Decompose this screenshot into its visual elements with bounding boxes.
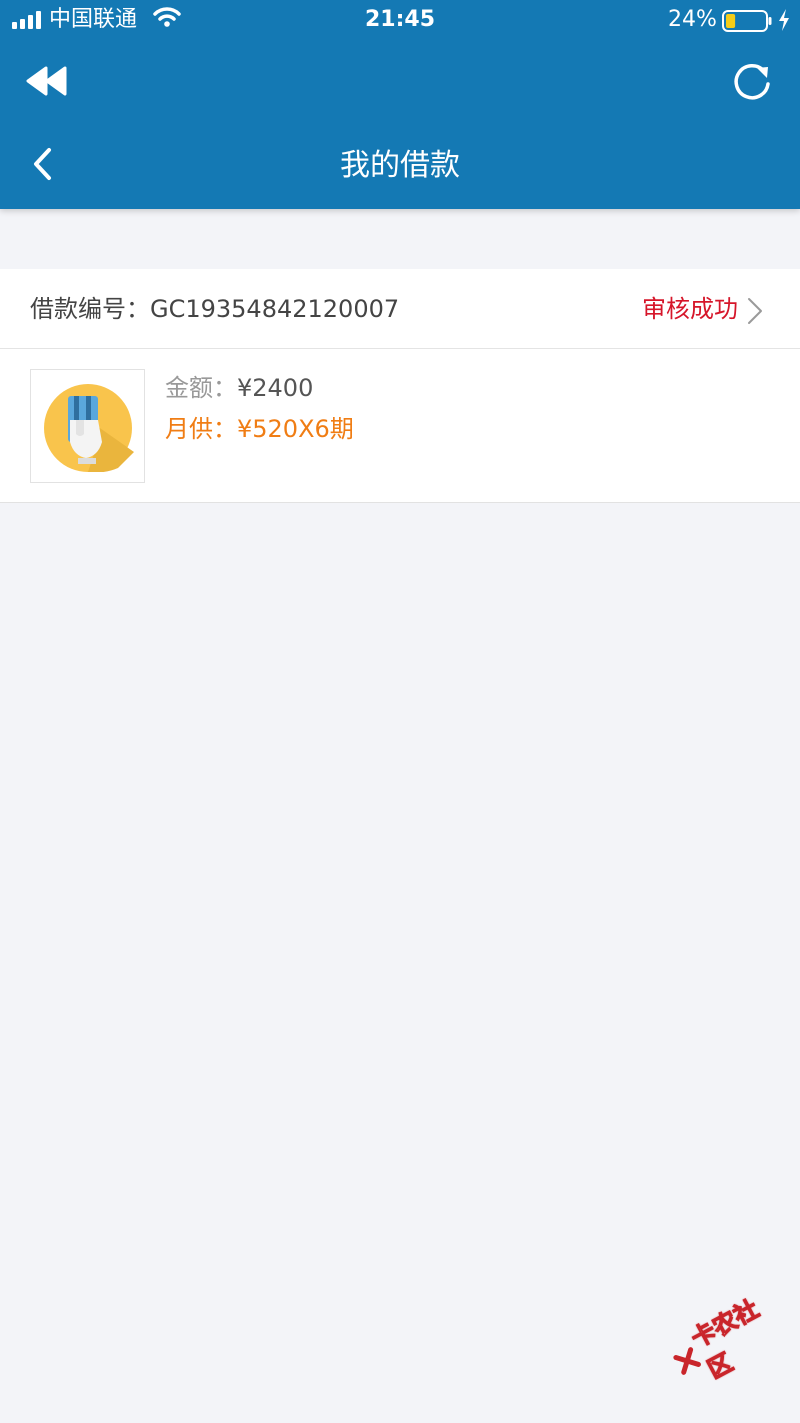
watermark: 卡农社区 — [661, 1285, 787, 1397]
refresh-icon — [734, 64, 770, 100]
monthly-value: ¥520X6期 — [237, 415, 354, 443]
loan-number-value: GC19354842120007 — [150, 295, 400, 323]
loan-card[interactable]: 借款编号：GC19354842120007 审核成功 金额：¥2400 月供：¥… — [0, 269, 800, 503]
monthly-payment: 月供：¥520X6期 — [165, 410, 354, 448]
battery-icon — [722, 10, 772, 36]
status-bar: 中国联通 21:45 24% — [0, 0, 800, 40]
amount-value: ¥2400 — [237, 374, 314, 402]
page-title: 我的借款 — [340, 148, 460, 183]
loan-thumbnail — [30, 369, 145, 483]
watermark-text: 卡农社区 — [686, 1294, 764, 1385]
loan-header-row[interactable]: 借款编号：GC19354842120007 审核成功 — [0, 269, 800, 349]
amount-label: 金额： — [165, 374, 237, 402]
rewind-icon — [26, 66, 67, 96]
loan-number-label: 借款编号： — [30, 295, 150, 323]
battery-percent: 24% — [668, 7, 717, 32]
loan-number: 借款编号：GC19354842120007 — [30, 289, 399, 329]
charging-icon — [778, 9, 790, 35]
status-label: 审核成功 — [642, 295, 738, 323]
monthly-label: 月供： — [165, 415, 237, 443]
refresh-button[interactable] — [730, 60, 774, 108]
card-in-hand-icon — [44, 384, 134, 472]
chevron-right-icon — [746, 297, 764, 329]
app-header: 中国联通 21:45 24% 我的借款 — [0, 0, 800, 209]
rewind-button[interactable] — [26, 66, 68, 100]
loan-amount: 金额：¥2400 — [165, 369, 313, 407]
